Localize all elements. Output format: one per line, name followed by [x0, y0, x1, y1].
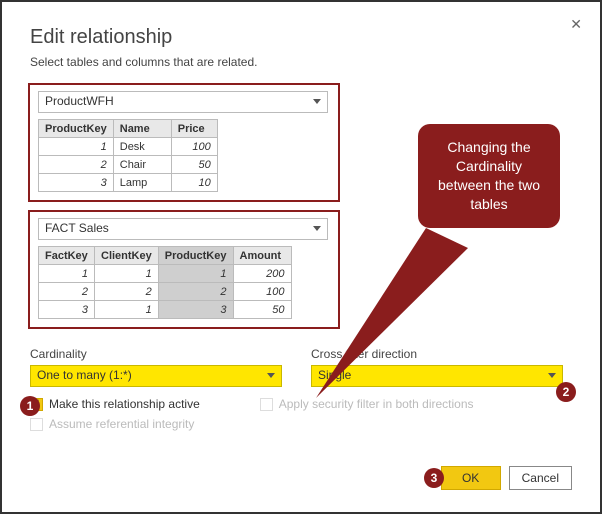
related-table-select[interactable]: FACT Sales	[38, 218, 328, 240]
primary-table-region: ProductWFH ProductKey Name Price 1Desk10…	[28, 83, 340, 202]
primary-table-select[interactable]: ProductWFH	[38, 91, 328, 113]
cancel-button[interactable]: Cancel	[509, 466, 572, 490]
checkbox-icon	[260, 398, 273, 411]
step-marker-1: 1	[20, 396, 40, 416]
ok-button[interactable]: OK	[441, 466, 501, 490]
table-row: 222100	[39, 283, 292, 301]
table-row: 3Lamp10	[39, 174, 218, 192]
chevron-down-icon	[313, 99, 321, 104]
chevron-down-icon	[267, 373, 275, 378]
col-header: ProductKey	[158, 247, 233, 265]
step-marker-2: 2	[556, 382, 576, 402]
primary-table-preview: ProductKey Name Price 1Desk100 2Chair50 …	[38, 119, 218, 192]
table-row: 2Chair50	[39, 156, 218, 174]
callout-tail-icon	[308, 218, 478, 408]
table-row: 31350	[39, 301, 292, 319]
active-label: Make this relationship active	[49, 397, 200, 411]
table-row: 1Desk100	[39, 138, 218, 156]
dialog-subtitle: Select tables and columns that are relat…	[8, 55, 594, 79]
col-header: Amount	[233, 247, 291, 265]
active-checkbox[interactable]: Make this relationship active	[30, 397, 200, 411]
related-table-value: FACT Sales	[45, 221, 109, 235]
cardinality-value: One to many (1:*)	[37, 368, 132, 382]
callout-text: Changing the Cardinality between the two…	[428, 138, 550, 214]
col-header: ClientKey	[95, 247, 159, 265]
cardinality-label: Cardinality	[30, 347, 291, 361]
col-header: Name	[113, 120, 171, 138]
col-header: FactKey	[39, 247, 95, 265]
col-header: Price	[171, 120, 217, 138]
table-row: 111200	[39, 265, 292, 283]
step-marker-3: 3	[424, 468, 444, 488]
related-table-preview: FactKey ClientKey ProductKey Amount 1112…	[38, 246, 292, 319]
checkbox-icon	[30, 418, 43, 431]
annotation-callout: Changing the Cardinality between the two…	[418, 124, 560, 228]
col-header: ProductKey	[39, 120, 114, 138]
related-table-region: FACT Sales FactKey ClientKey ProductKey …	[28, 210, 340, 329]
cardinality-select[interactable]: One to many (1:*)	[30, 365, 282, 387]
integrity-checkbox: Assume referential integrity	[30, 417, 194, 431]
integrity-label: Assume referential integrity	[49, 417, 194, 431]
primary-table-value: ProductWFH	[45, 94, 114, 108]
dialog-title: Edit relationship	[8, 8, 594, 55]
close-icon[interactable]: ✕	[570, 16, 582, 33]
chevron-down-icon	[548, 373, 556, 378]
